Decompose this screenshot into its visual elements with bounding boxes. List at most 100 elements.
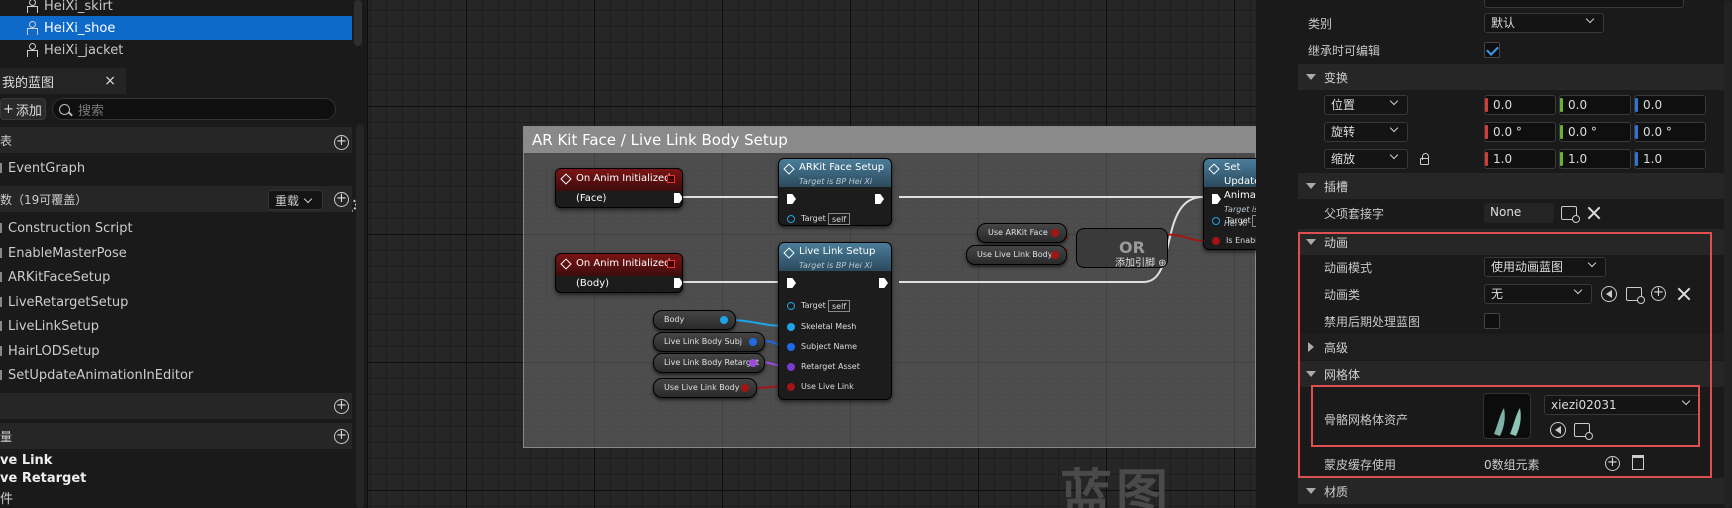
close-icon[interactable]: × <box>104 73 116 89</box>
skeletal-mesh-pin[interactable] <box>787 323 795 331</box>
rotation-y[interactable]: 0.0 ° <box>1559 122 1631 142</box>
use-selected-icon[interactable] <box>1601 286 1617 302</box>
function-item[interactable]: HairLODSetup <box>0 340 100 362</box>
override-dropdown[interactable]: 重载 <box>268 190 323 210</box>
rotation-z[interactable]: 0.0 ° <box>1634 122 1706 142</box>
sockets-category[interactable]: 插槽 <box>1298 173 1724 199</box>
browse-icon[interactable] <box>1626 287 1645 304</box>
use-selected-icon[interactable] <box>1550 422 1566 438</box>
browse-socket-icon[interactable] <box>1561 206 1580 223</box>
clear-icon[interactable] <box>1677 287 1691 301</box>
var-node-body[interactable]: Body <box>653 310 736 330</box>
or-node[interactable]: OR 添加引脚 ⊕ <box>1076 228 1168 269</box>
rotation-x[interactable]: 0.0 ° <box>1484 122 1556 142</box>
details-scrollbar[interactable] <box>1724 0 1732 508</box>
category-dropdown[interactable]: 默认 <box>1484 13 1604 33</box>
advanced-category[interactable]: 高级 <box>1298 334 1724 360</box>
add-function-icon[interactable]: + <box>334 192 349 207</box>
function-item[interactable]: Construction Script <box>0 217 133 239</box>
exec-in-pin[interactable] <box>1212 194 1221 204</box>
asset-scrollbar[interactable] <box>354 0 362 46</box>
function-item[interactable]: SetUpdateAnimationInEditor <box>0 364 193 386</box>
variables-section-header[interactable]: 量 <box>0 423 352 449</box>
tab-my-blueprint[interactable]: 我的蓝图 × <box>0 68 126 94</box>
asset-row-shoe[interactable]: HeiXi_shoe <box>0 16 352 40</box>
parent-socket-field[interactable]: None <box>1484 203 1554 223</box>
event-node-body[interactable]: On Anim Initialized (Body) <box>555 253 683 293</box>
retarget-asset-pin[interactable] <box>787 363 795 371</box>
variable-category[interactable]: 件 <box>0 486 13 508</box>
inherit-checkbox[interactable] <box>1484 42 1500 58</box>
top-field[interactable] <box>1484 0 1684 8</box>
exec-out-pin[interactable] <box>674 278 682 288</box>
disable-post-checkbox[interactable] <box>1484 313 1500 329</box>
macros-section-header[interactable] <box>0 393 352 419</box>
function-item[interactable]: ARKitFaceSetup <box>0 266 110 288</box>
scale-y[interactable]: 1.0 <box>1559 149 1631 169</box>
rotation-dropdown[interactable]: 旋转 <box>1324 122 1408 142</box>
scale-dropdown[interactable]: 缩放 <box>1324 149 1408 169</box>
var-node-use-live-link-body[interactable]: Use Live Link Body <box>966 245 1067 265</box>
graph-canvas[interactable]: AR Kit Face / Live Link Body Setup On An… <box>368 0 1256 508</box>
var-node-use-arkit-face[interactable]: Use ARKit Face <box>977 223 1067 243</box>
var-out-pin[interactable] <box>749 359 757 367</box>
clear-icon[interactable] <box>1587 206 1601 220</box>
function-item[interactable]: LiveLinkSetup <box>0 315 99 337</box>
add-graph-icon[interactable]: + <box>334 135 349 150</box>
exec-in-pin[interactable] <box>787 194 796 204</box>
animation-category[interactable]: 动画 <box>1298 229 1724 255</box>
subject-name-pin[interactable] <box>787 343 795 351</box>
add-pin-button[interactable]: 添加引脚 ⊕ <box>1115 254 1167 269</box>
skeletal-mesh-dropdown[interactable]: xiezi02031 <box>1544 395 1700 415</box>
var-out-pin[interactable] <box>1051 251 1059 259</box>
scale-z[interactable]: 1.0 <box>1634 149 1706 169</box>
add-element-icon[interactable]: + <box>1605 456 1620 471</box>
mesh-thumbnail[interactable] <box>1483 393 1531 439</box>
graphs-section-header[interactable]: 表 <box>0 127 352 153</box>
event-graph-item[interactable]: EventGraph <box>0 157 85 179</box>
use-live-link-pin[interactable] <box>787 383 795 391</box>
var-out-pin[interactable] <box>1051 229 1059 237</box>
scale-x[interactable]: 1.0 <box>1484 149 1556 169</box>
transform-category[interactable]: 变换 <box>1298 64 1724 90</box>
arkit-face-setup-node[interactable]: ARKit Face Setup Target is BP Hei Xi Targ… <box>778 158 892 226</box>
anim-class-dropdown[interactable]: 无 <box>1484 284 1592 304</box>
add-button[interactable]: + 添加 <box>0 98 46 120</box>
delegate-pin[interactable] <box>667 175 675 183</box>
target-pin[interactable] <box>787 302 795 310</box>
search-input[interactable]: 搜索 <box>52 98 336 120</box>
location-z[interactable]: 0.0 <box>1634 95 1706 115</box>
target-pin[interactable] <box>787 215 795 223</box>
delegate-pin[interactable] <box>667 260 675 268</box>
panel-splitter[interactable] <box>1256 0 1298 508</box>
self-field[interactable]: self <box>828 213 851 225</box>
var-out-pin[interactable] <box>741 384 749 392</box>
is-enabled-pin[interactable] <box>1212 237 1220 245</box>
trash-icon[interactable] <box>1632 455 1644 470</box>
live-link-setup-node[interactable]: Live Link Setup Target is BP Hei Xi Targe… <box>778 242 892 400</box>
set-update-animation-node[interactable]: Set Update AnimaTarget is BP Hei Xi Targ… <box>1203 158 1256 250</box>
var-node-subject[interactable]: Live Link Body Subj <box>653 332 765 352</box>
materials-category[interactable]: 材质 <box>1298 478 1724 504</box>
function-item[interactable]: EnableMasterPose <box>0 242 127 264</box>
var-out-pin[interactable] <box>720 316 728 324</box>
add-icon[interactable]: + <box>1651 286 1666 301</box>
browse-icon[interactable] <box>1574 423 1593 440</box>
var-node-use-live-link[interactable]: Use Live Link Body <box>653 378 757 398</box>
blueprint-scrollbar[interactable] <box>356 124 364 508</box>
location-dropdown[interactable]: 位置 <box>1324 95 1408 115</box>
anim-mode-dropdown[interactable]: 使用动画蓝图 <box>1484 257 1606 277</box>
self-field[interactable]: self <box>828 300 851 312</box>
target-pin[interactable] <box>1212 217 1220 225</box>
asset-row-jacket[interactable]: HeiXi_jacket <box>0 38 352 62</box>
var-node-retarget[interactable]: Live Link Body Retarget <box>653 353 765 373</box>
exec-out-pin[interactable] <box>879 278 888 288</box>
add-variable-icon[interactable]: + <box>334 429 349 444</box>
location-x[interactable]: 0.0 <box>1484 95 1556 115</box>
exec-in-pin[interactable] <box>787 278 796 288</box>
add-macro-icon[interactable]: + <box>334 399 349 414</box>
exec-out-pin[interactable] <box>674 193 682 203</box>
exec-out-pin[interactable] <box>875 194 884 204</box>
var-out-pin[interactable] <box>749 338 757 346</box>
mesh-category[interactable]: 网格体 <box>1298 361 1724 387</box>
